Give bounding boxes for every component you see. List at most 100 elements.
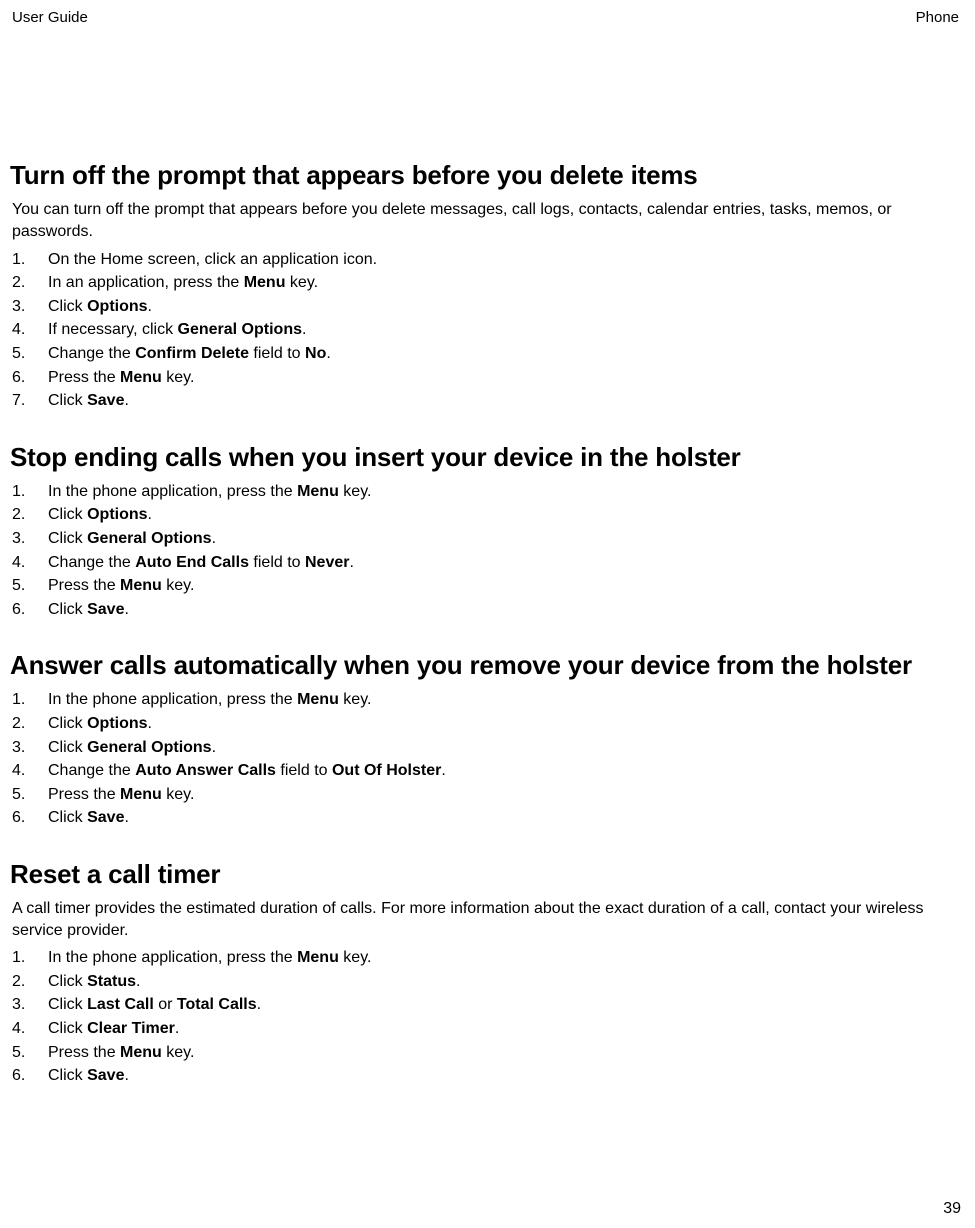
step-item: Click Save. xyxy=(12,1065,961,1087)
step-text: or xyxy=(154,996,177,1013)
step-text: field to xyxy=(276,762,332,779)
header-left: User Guide xyxy=(12,8,88,28)
step-bold-term: General Options xyxy=(178,321,302,338)
step-text: In the phone application, press the xyxy=(48,949,297,966)
step-bold-term: Last Call xyxy=(87,996,154,1013)
step-text: Click xyxy=(48,530,87,547)
header-right: Phone xyxy=(916,8,959,28)
document-section: Turn off the prompt that appears before … xyxy=(10,158,961,411)
page-number: 39 xyxy=(943,1198,961,1220)
step-text: key. xyxy=(285,274,318,291)
document-body: Turn off the prompt that appears before … xyxy=(10,158,961,1087)
document-section: Reset a call timerA call timer provides … xyxy=(10,857,961,1087)
step-bold-term: General Options xyxy=(87,739,211,756)
step-text: Press the xyxy=(48,369,120,386)
step-text: Click xyxy=(48,996,87,1013)
step-text: . xyxy=(349,554,353,571)
step-bold-term: Menu xyxy=(244,274,286,291)
step-bold-term: Auto End Calls xyxy=(135,554,249,571)
step-item: On the Home screen, click an application… xyxy=(12,249,961,271)
step-text: . xyxy=(148,298,152,315)
step-text: Change the xyxy=(48,554,135,571)
step-text: Click xyxy=(48,392,87,409)
step-item: Click Options. xyxy=(12,713,961,735)
step-text: . xyxy=(136,973,140,990)
section-heading: Answer calls automatically when you remo… xyxy=(10,648,961,683)
step-bold-term: Confirm Delete xyxy=(135,345,249,362)
step-list: In the phone application, press the Menu… xyxy=(12,689,961,829)
step-text: . xyxy=(212,530,216,547)
step-text: key. xyxy=(162,369,195,386)
step-bold-term: Status xyxy=(87,973,136,990)
step-text: key. xyxy=(339,691,372,708)
step-text: . xyxy=(212,739,216,756)
step-item: In the phone application, press the Menu… xyxy=(12,947,961,969)
step-list: On the Home screen, click an application… xyxy=(12,249,961,412)
step-item: In an application, press the Menu key. xyxy=(12,272,961,294)
step-bold-term: Menu xyxy=(120,369,162,386)
step-item: In the phone application, press the Menu… xyxy=(12,689,961,711)
step-text: Click xyxy=(48,298,87,315)
section-heading: Turn off the prompt that appears before … xyxy=(10,158,961,193)
step-item: If necessary, click General Options. xyxy=(12,319,961,341)
step-item: Click Save. xyxy=(12,807,961,829)
step-text: Click xyxy=(48,973,87,990)
step-item: Press the Menu key. xyxy=(12,1042,961,1064)
step-bold-term: Menu xyxy=(297,691,339,708)
step-bold-term: Menu xyxy=(297,483,339,500)
step-item: Press the Menu key. xyxy=(12,784,961,806)
step-text: In the phone application, press the xyxy=(48,691,297,708)
step-item: Click Options. xyxy=(12,296,961,318)
step-bold-term: Auto Answer Calls xyxy=(135,762,276,779)
step-bold-term: Never xyxy=(305,554,349,571)
step-bold-term: Save xyxy=(87,601,124,618)
step-item: Press the Menu key. xyxy=(12,575,961,597)
step-bold-term: Menu xyxy=(120,786,162,803)
step-bold-term: Save xyxy=(87,1067,124,1084)
step-text: . xyxy=(302,321,306,338)
step-bold-term: Menu xyxy=(297,949,339,966)
step-item: Click General Options. xyxy=(12,528,961,550)
step-bold-term: Menu xyxy=(120,1044,162,1061)
step-item: Click Save. xyxy=(12,599,961,621)
step-bold-term: Options xyxy=(87,298,147,315)
step-list: In the phone application, press the Menu… xyxy=(12,481,961,621)
step-item: Click Status. xyxy=(12,971,961,993)
step-text: . xyxy=(124,601,128,618)
step-text: . xyxy=(257,996,261,1013)
step-text: Press the xyxy=(48,577,120,594)
step-text: If necessary, click xyxy=(48,321,178,338)
step-text: In the phone application, press the xyxy=(48,483,297,500)
step-text: . xyxy=(441,762,445,779)
step-text: field to xyxy=(249,554,305,571)
step-text: On the Home screen, click an application… xyxy=(48,251,377,268)
document-section: Stop ending calls when you insert your d… xyxy=(10,440,961,621)
step-text: . xyxy=(124,1067,128,1084)
step-bold-term: Out Of Holster xyxy=(332,762,441,779)
section-heading: Stop ending calls when you insert your d… xyxy=(10,440,961,475)
step-bold-term: Total Calls xyxy=(177,996,257,1013)
step-text: Press the xyxy=(48,1044,120,1061)
step-text: Click xyxy=(48,1067,87,1084)
step-text: . xyxy=(326,345,330,362)
step-text: key. xyxy=(162,786,195,803)
step-bold-term: No xyxy=(305,345,326,362)
step-item: Click Options. xyxy=(12,504,961,526)
step-bold-term: General Options xyxy=(87,530,211,547)
step-item: Click Last Call or Total Calls. xyxy=(12,994,961,1016)
step-bold-term: Clear Timer xyxy=(87,1020,175,1037)
step-bold-term: Options xyxy=(87,506,147,523)
step-list: In the phone application, press the Menu… xyxy=(12,947,961,1087)
step-text: . xyxy=(148,506,152,523)
step-text: Change the xyxy=(48,345,135,362)
step-bold-term: Save xyxy=(87,392,124,409)
step-text: key. xyxy=(162,1044,195,1061)
step-item: Change the Auto End Calls field to Never… xyxy=(12,552,961,574)
step-text: Click xyxy=(48,601,87,618)
step-text: . xyxy=(124,392,128,409)
step-text: key. xyxy=(339,483,372,500)
step-text: key. xyxy=(339,949,372,966)
page-header: User Guide Phone xyxy=(10,8,961,28)
document-page: User Guide Phone Turn off the prompt tha… xyxy=(0,0,975,1228)
step-text: . xyxy=(148,715,152,732)
